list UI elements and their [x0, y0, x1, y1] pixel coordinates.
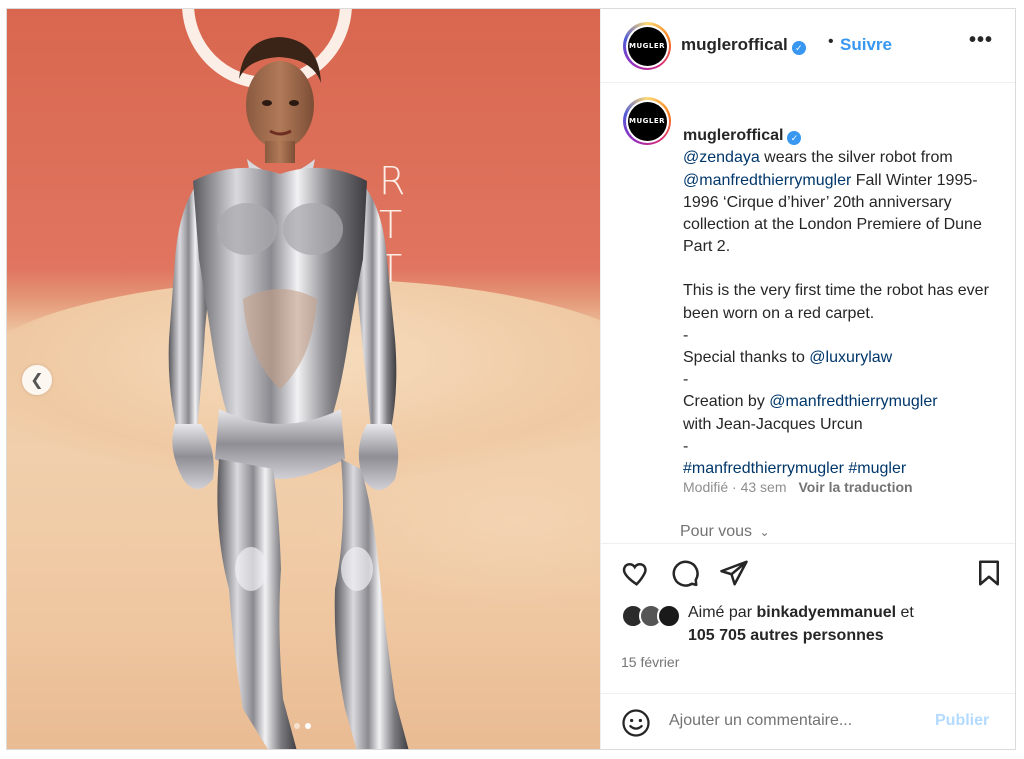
post-side-panel: MUGLER mugleroffical ✓ • Suivre ••• MUGLE…: [600, 9, 1015, 749]
post-photo: R T T ❮: [7, 9, 600, 749]
comment-input[interactable]: [669, 712, 919, 730]
post-date[interactable]: 15 février: [621, 654, 679, 670]
avatar[interactable]: MUGLER: [623, 22, 671, 70]
comment-bubble-icon[interactable]: [670, 558, 700, 588]
comment-bar: Publier: [601, 693, 1015, 749]
likes-count-link[interactable]: 105 705 autres personnes: [688, 627, 884, 645]
see-translation-link[interactable]: Voir la traduction: [798, 479, 912, 495]
post-actions: Aimé par binkadyemmanuel et 105 705 autr…: [601, 543, 1015, 693]
follow-button[interactable]: Suivre: [840, 35, 892, 55]
caption-text: mugleroffical ✓ @zendaya wears the silver…: [683, 127, 989, 478]
mention-link[interactable]: @zendaya: [683, 149, 760, 166]
separator-dot: •: [828, 33, 834, 50]
mention-link[interactable]: @manfredthierrymugler: [683, 172, 851, 189]
publish-button[interactable]: Publier: [935, 712, 989, 730]
caption-username[interactable]: mugleroffical: [683, 127, 783, 144]
carousel-indicator: [294, 723, 311, 729]
silver-robot-figure: [168, 37, 409, 749]
avatar: [657, 604, 681, 628]
verified-badge-icon: ✓: [791, 41, 806, 55]
caption-meta: Modifié · 43 sem Voir la traduction: [683, 479, 913, 495]
chevron-down-icon: ⌄: [759, 525, 770, 539]
post-username[interactable]: mugleroffical ✓: [681, 35, 806, 55]
edited-timestamp: Modifié · 43 sem: [683, 479, 787, 495]
chevron-left-icon: ❮: [30, 372, 44, 389]
hashtag-links[interactable]: #manfredthierrymugler #mugler: [683, 460, 906, 477]
caption-area: MUGLER mugleroffical ✓ @zendaya wears the…: [601, 83, 1015, 543]
carousel-dot: [294, 723, 300, 729]
like-heart-icon[interactable]: [621, 558, 651, 588]
emoji-smiley-icon[interactable]: [621, 708, 651, 738]
liked-by-avatars[interactable]: [621, 604, 685, 628]
instagram-post-modal: R T T ❮ MUGLER mugleroffical ✓ • Suivre …: [6, 8, 1016, 750]
for-you-dropdown[interactable]: Pour vous ⌄: [680, 523, 770, 541]
avatar[interactable]: MUGLER: [623, 97, 671, 145]
post-header: MUGLER mugleroffical ✓ • Suivre •••: [601, 9, 1015, 83]
liked-by-user-link[interactable]: binkadyemmanuel: [756, 604, 896, 621]
bookmark-icon[interactable]: [974, 558, 1004, 588]
verified-badge-icon: ✓: [787, 131, 802, 146]
mention-link[interactable]: @luxurylaw: [809, 349, 892, 366]
liked-by-text: Aimé par binkadyemmanuel et: [688, 604, 914, 621]
carousel-prev-button[interactable]: ❮: [22, 365, 52, 395]
mention-link[interactable]: @manfredthierrymugler: [769, 393, 937, 410]
share-send-icon[interactable]: [719, 558, 749, 588]
carousel-dot-active: [305, 723, 311, 729]
more-options-icon[interactable]: •••: [969, 29, 993, 52]
